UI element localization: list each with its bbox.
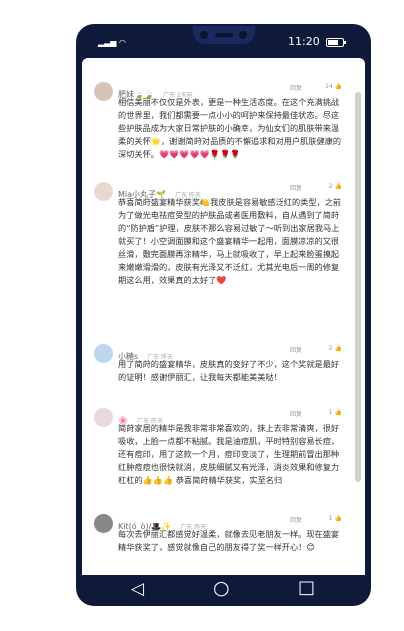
avatar[interactable] [94,514,113,533]
status-bar: ▂▃▅ ◠ 11:20 [76,24,371,58]
avatar[interactable] [94,82,113,101]
comment-header: 🌸 广东 昨天 回复 1 👍 [118,408,342,425]
comment-screen[interactable]: 肥妹🍃🍃 广东 2天前 回复 14 👍 相信美丽不仅仅是外表，更是一种生活态度。… [82,58,365,575]
camera-icon [200,31,208,39]
comment-header: 肥妹🍃🍃 广东 2天前 回复 14 👍 [118,82,342,99]
comment-text: 用了简莳的盛宴精华，皮肤真的变好了不少，这个奖就是最好的证明！感谢伊丽汇，让我每… [118,359,340,382]
reply-button[interactable]: 回复 [290,515,302,524]
comment-text: 简莳家居的精华是我非常非常喜欢的，抹上去非常清爽，很好吸收，上脸一点都不粘腻。我… [118,423,340,485]
nav-bar: ◁ ○ □ [76,575,371,606]
like-button[interactable]: 1 👍 [329,409,342,416]
like-button[interactable]: 14 👍 [325,83,342,90]
phone-frame: ▂▃▅ ◠ 11:20 肥妹🍃🍃 广东 2天前 回复 14 👍 相信美丽不仅仅是… [76,24,371,606]
like-button[interactable]: 2 👍 [329,345,342,352]
battery-icon [326,38,346,47]
like-button[interactable]: 1 👍 [329,515,342,522]
comment-header: 小糖s 广东 昨天 回复 2 👍 [118,344,342,361]
comment-text: 恭喜简莳盛宴精华获奖🍋我皮肤是容易敏感泛红的类型，之前为了做光电祛痘受型的护肤品… [118,197,342,285]
avatar[interactable] [94,408,113,427]
home-icon[interactable]: ○ [213,577,230,599]
reply-button[interactable]: 回复 [290,83,302,92]
speaker-icon [215,33,233,37]
comment-text: 相信美丽不仅仅是外表，更是一种生活态度。在这个充满挑战的世界里，我们都需要一点小… [118,97,342,159]
comment-text: 每次去伊丽汇都感觉好温柔，就像去见老朋友一样。现在盛宴精华获奖了，感觉就像自己的… [118,529,340,552]
reply-button[interactable]: 回复 [290,183,302,192]
scrollbar[interactable] [355,92,361,482]
reply-button[interactable]: 回复 [290,409,302,418]
recent-apps-icon[interactable]: □ [298,577,315,598]
camera-notch [193,26,255,44]
like-button[interactable]: 2 👍 [329,183,342,190]
back-icon[interactable]: ◁ [131,579,144,599]
camera-icon [239,31,247,39]
reply-button[interactable]: 回复 [290,345,302,354]
comment-header: Kit(ó_ò)/🎩✨ 广东 昨天 回复 1 👍 [118,514,342,531]
comment-header: Mia小丸子🌱 广东 昨天 回复 2 👍 [118,182,342,199]
avatar[interactable] [94,182,113,201]
status-time: 11:20 [288,35,320,48]
signal-icon: ▂▃▅ ◠ [98,38,126,47]
avatar[interactable] [94,344,113,363]
